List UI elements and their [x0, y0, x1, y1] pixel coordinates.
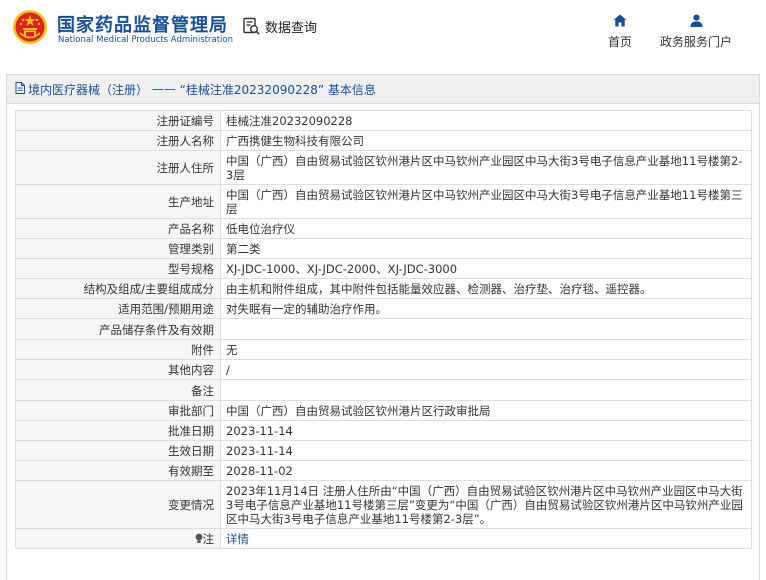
row-label: 批准日期 [15, 420, 221, 441]
row-label: 结构及组成/主要组成成分 [15, 278, 221, 299]
data-query-icon [242, 17, 261, 36]
table-row: 备注 [15, 379, 752, 401]
nav-home[interactable]: 首页 [602, 14, 638, 50]
table-row: 有效期至 2028-11-02 [15, 460, 752, 481]
row-value: 2028-11-02 [220, 460, 752, 481]
table-row: 注册人名称 广西携健生物科技有限公司 [15, 130, 752, 151]
table-row: 其他内容 / [15, 359, 752, 380]
row-value: 无 [220, 339, 752, 360]
table-row: 产品储存条件及有效期 [15, 318, 752, 340]
user-icon [656, 14, 736, 27]
note-row: 注详情 [15, 528, 752, 549]
panel-title: 境内医疗器械（注册） —— “桂械注准20232090228” 基本信息 [7, 75, 759, 104]
row-label: 注册人住所 [15, 150, 221, 185]
data-query-label: 数据查询 [265, 21, 318, 36]
note-value-cell: 详情 [220, 528, 752, 549]
row-value: 对失眠有一定的辅助治疗作用。 [220, 298, 752, 319]
note-label-cell: 注 [15, 528, 221, 549]
row-label: 注册证编号 [15, 110, 221, 131]
table-row: 适用范围/预期用途 对失眠有一定的辅助治疗作用。 [15, 298, 752, 319]
row-label: 备注 [15, 379, 221, 401]
table-row: 产品名称 低电位治疗仪 [15, 218, 752, 239]
row-label: 管理类别 [15, 238, 221, 259]
table-row: 注册证编号 桂械注准20232090228 [15, 110, 752, 131]
row-value: 2023-11-14 [220, 440, 752, 461]
table-row: 变更情况 2023年11月14日 注册人住所由“中国（广西）自由贸易试验区钦州港片… [15, 480, 752, 529]
row-value: 中国（广西）自由贸易试验区钦州港片区行政审批局 [220, 400, 752, 421]
row-label: 适用范围/预期用途 [15, 298, 221, 319]
home-icon [602, 14, 638, 27]
data-query-link[interactable]: 数据查询 [242, 17, 317, 36]
table-row: 批准日期 2023-11-14 [15, 420, 752, 441]
table-row: 审批部门 中国（广西）自由贸易试验区钦州港片区行政审批局 [15, 400, 752, 421]
document-icon [15, 81, 28, 97]
row-label: 注册人名称 [15, 130, 221, 151]
bulb-icon [195, 532, 203, 546]
row-value: XJ-JDC-1000、XJ-JDC-2000、XJ-JDC-3000 [220, 258, 752, 279]
panel-suffix: 基本信息 [327, 82, 376, 97]
row-value: 桂械注准20232090228 [220, 110, 752, 131]
panel-reg-no: “桂械注准20232090228” [179, 82, 325, 97]
national-emblem-icon[interactable] [12, 9, 48, 45]
row-label: 有效期至 [15, 460, 221, 481]
row-value: 中国（广西）自由贸易试验区钦州港片区中马钦州产业园区中马大街3号电子信息产业基地… [220, 184, 752, 219]
panel-separator: —— [151, 82, 176, 96]
row-label: 附件 [15, 339, 221, 360]
row-label: 生产地址 [15, 184, 221, 219]
detail-panel: 境内医疗器械（注册） —— “桂械注准20232090228” 基本信息 注册证… [6, 74, 760, 580]
row-value: 低电位治疗仪 [220, 218, 752, 239]
org-name-cn[interactable]: 国家药品监督管理局 [57, 11, 228, 37]
row-label: 产品储存条件及有效期 [15, 318, 221, 340]
registration-detail-table: 注册证编号 桂械注准20232090228 注册人名称 广西携健生物科技有限公司 注册人… [15, 110, 752, 549]
nav-portal-label: 政务服务门户 [659, 35, 732, 49]
table-row: 型号规格 XJ-JDC-1000、XJ-JDC-2000、XJ-JDC-3000 [15, 258, 752, 279]
row-label: 生效日期 [15, 440, 221, 461]
table-row: 注册人住所 中国（广西）自由贸易试验区钦州港片区中马钦州产业园区中马大街3号电子信… [15, 150, 752, 185]
row-value [220, 318, 752, 340]
row-value: 中国（广西）自由贸易试验区钦州港片区中马钦州产业园区中马大街3号电子信息产业基地… [220, 150, 752, 185]
nav-gov-service-portal[interactable]: 政务服务门户 [656, 14, 736, 50]
row-value: 广西携健生物科技有限公司 [220, 130, 752, 151]
org-name-en: National Medical Products Administration [58, 35, 233, 45]
row-value: / [220, 359, 752, 380]
table-row: 管理类别 第二类 [15, 238, 752, 259]
table-row: 结构及组成/主要组成成分 由主机和附件组成，其中附件包括能量效应器、检测器、治疗垫… [15, 278, 752, 299]
row-value: 由主机和附件组成，其中附件包括能量效应器、检测器、治疗垫、治疗毯、遥控器。 [220, 278, 752, 299]
detail-link[interactable]: 详情 [226, 532, 249, 546]
nav-home-label: 首页 [607, 35, 632, 49]
table-row: 生效日期 2023-11-14 [15, 440, 752, 461]
row-value [220, 379, 752, 401]
row-value: 第二类 [220, 238, 752, 259]
site-header: 国家药品监督管理局 National Medical Products Admi… [0, 0, 766, 62]
row-label: 产品名称 [15, 218, 221, 239]
table-row: 附件无 [15, 339, 752, 360]
row-value: 2023年11月14日 注册人住所由“中国（广西）自由贸易试验区钦州港片区中马钦… [220, 480, 752, 529]
row-label: 其他内容 [15, 359, 221, 380]
panel-category: 境内医疗器械（注册） [28, 82, 149, 97]
row-label: 变更情况 [15, 480, 221, 529]
row-value: 2023-11-14 [220, 420, 752, 441]
table-row: 生产地址 中国（广西）自由贸易试验区钦州港片区中马钦州产业园区中马大街3号电子信息… [15, 184, 752, 219]
note-label: 注 [202, 532, 215, 546]
row-label: 型号规格 [15, 258, 221, 279]
row-label: 审批部门 [15, 400, 221, 421]
